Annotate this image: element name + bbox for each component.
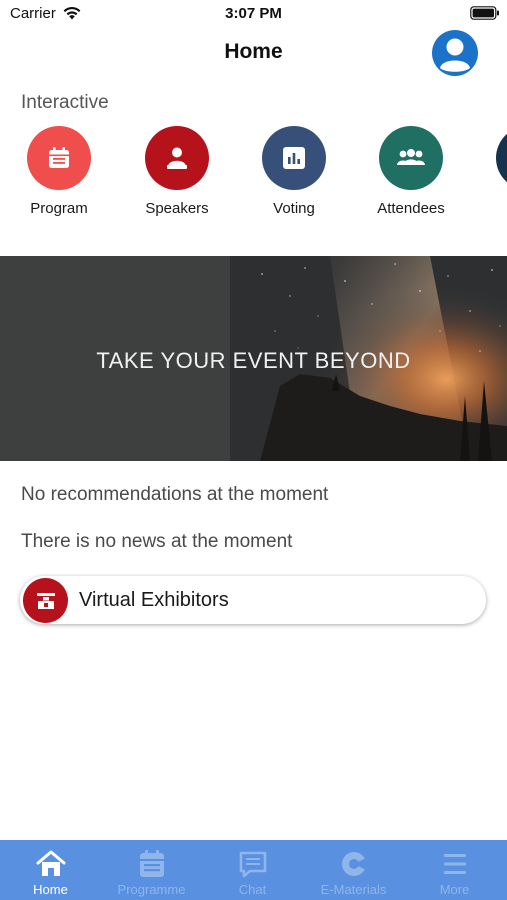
quick-link-speakers[interactable]: Speakers — [122, 126, 232, 217]
tab-e-materials[interactable]: E-Materials — [303, 840, 404, 900]
tab-label: Programme — [117, 882, 186, 897]
program-icon-circle — [27, 126, 91, 190]
quick-link-partial[interactable]: T — [473, 126, 507, 217]
chat-icon — [239, 851, 266, 878]
group-icon — [397, 149, 425, 165]
status-bar: Carrier 3:07 PM — [0, 0, 507, 30]
quick-link-attendees[interactable]: Attendees — [356, 126, 466, 217]
materials-icon — [341, 852, 366, 876]
partial-icon-circle — [496, 126, 507, 190]
interactive-section-title: Interactive — [21, 92, 109, 113]
speaker-icon — [167, 147, 187, 169]
quick-link-label: Attendees — [377, 200, 445, 217]
tab-label: Home — [33, 882, 68, 897]
calendar-icon — [49, 147, 69, 168]
battery-icon — [470, 6, 499, 20]
status-time: 3:07 PM — [225, 5, 282, 22]
exhibitors-icon-circle — [23, 578, 68, 623]
recommendations-empty-text: No recommendations at the moment — [21, 484, 329, 505]
virtual-exhibitors-label: Virtual Exhibitors — [79, 589, 229, 611]
tab-chat[interactable]: Chat — [202, 840, 303, 900]
virtual-exhibitors-button[interactable]: Virtual Exhibitors — [20, 576, 486, 624]
quick-link-label: Voting — [273, 200, 315, 217]
banner-text: TAKE YOUR EVENT BEYOND — [96, 348, 411, 373]
menu-icon — [443, 854, 466, 874]
tab-label: E-Materials — [320, 882, 387, 897]
tab-home[interactable]: Home — [0, 840, 101, 900]
attendees-icon-circle — [379, 126, 443, 190]
page-title: Home — [224, 40, 283, 63]
interactive-quick-links: Program Speakers Voting Attendees — [0, 126, 507, 226]
quick-link-label: Program — [30, 200, 88, 217]
quick-link-voting[interactable]: Voting — [239, 126, 349, 217]
bar-chart-icon — [283, 147, 305, 169]
quick-link-program[interactable]: Program — [4, 126, 114, 217]
news-empty-text: There is no news at the moment — [21, 531, 293, 552]
speakers-icon-circle — [145, 126, 209, 190]
user-avatar-icon — [440, 38, 470, 72]
tab-more[interactable]: More — [404, 840, 505, 900]
tab-label: Chat — [238, 882, 267, 897]
quick-link-label: T — [473, 200, 507, 217]
profile-avatar-button[interactable] — [432, 30, 478, 76]
booth-icon — [36, 592, 55, 609]
calendar-icon — [139, 850, 164, 877]
event-banner[interactable]: TAKE YOUR EVENT BEYOND — [0, 256, 507, 461]
quick-link-label: Speakers — [145, 200, 209, 217]
tab-label: More — [439, 882, 470, 897]
voting-icon-circle — [262, 126, 326, 190]
tab-programme[interactable]: Programme — [101, 840, 202, 900]
home-icon — [36, 850, 65, 876]
bottom-tab-bar: Home Programme Chat E-Materials More — [0, 840, 507, 900]
